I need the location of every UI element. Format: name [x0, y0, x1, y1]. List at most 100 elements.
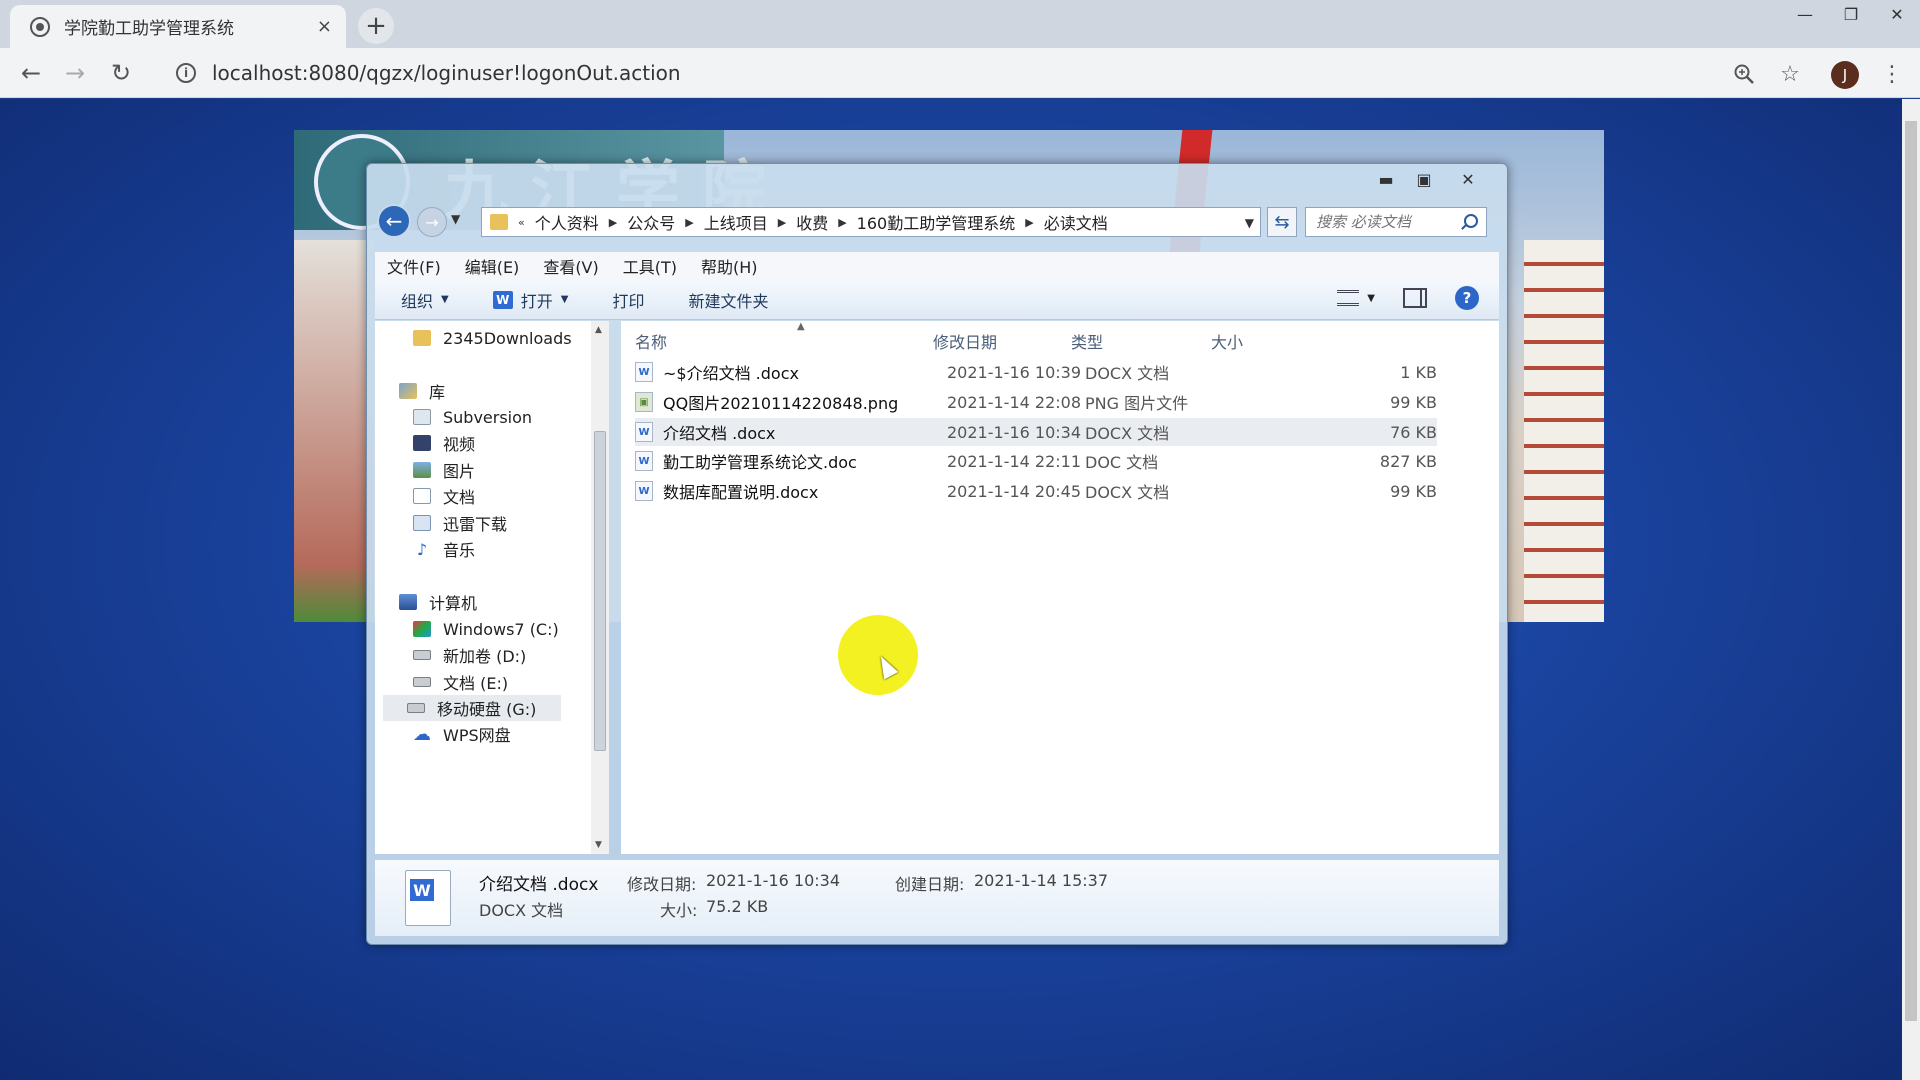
nav-item-videos[interactable]: 视频 — [413, 430, 475, 456]
organize-label: 组织 — [401, 291, 434, 311]
nav-item-label: 新加卷 (D:) — [443, 647, 527, 666]
file-row[interactable]: W 数据库配置说明.docx 2021-1-14 20:45 DOCX 文档 9… — [635, 477, 1437, 505]
new-tab-button[interactable]: + — [358, 8, 394, 44]
menu-view[interactable]: 查看(V) — [543, 254, 598, 278]
refresh-icon[interactable]: ⇆ — [1267, 207, 1297, 237]
file-modified: 2021-1-14 22:11 — [947, 451, 1081, 471]
word-document-icon: W — [635, 481, 653, 501]
print-button[interactable]: 打印 — [612, 288, 644, 312]
new-folder-button[interactable]: 新建文件夹 — [688, 288, 768, 312]
search-icon[interactable] — [1464, 214, 1478, 228]
file-row[interactable]: W 勤工助学管理系统论文.doc 2021-1-14 22:11 DOC 文档 … — [635, 447, 1437, 475]
nav-item-pictures[interactable]: 图片 — [413, 457, 475, 483]
breadcrumb-item[interactable]: 收费 — [796, 210, 828, 234]
breadcrumb-chevron-icon[interactable]: ▶ — [778, 216, 786, 229]
file-list-pane: 名称 ▲ 修改日期 类型 大小 W ~$介绍文档 .docx 2021-1-16… — [621, 321, 1499, 854]
breadcrumb-item-current[interactable]: 必读文档 — [1044, 210, 1108, 234]
nav-item-drive-d[interactable]: 新加卷 (D:) — [413, 642, 526, 668]
preview-pane-icon[interactable] — [1403, 288, 1427, 308]
profile-avatar[interactable]: J — [1831, 61, 1859, 89]
view-options-icon[interactable] — [1337, 290, 1360, 306]
page-scrollbar-thumb[interactable] — [1905, 121, 1917, 1021]
menu-help[interactable]: 帮助(H) — [701, 254, 758, 278]
nav-item-computer[interactable]: 计算机 — [399, 589, 477, 615]
column-header-size[interactable]: 大小 — [1211, 329, 1243, 353]
organize-button[interactable]: 组织 ▼ — [401, 288, 449, 312]
nav-item-music[interactable]: ♪ 音乐 — [413, 536, 475, 562]
file-row-selected[interactable]: W 介绍文档 .docx 2021-1-16 10:34 DOCX 文档 76 … — [635, 418, 1437, 446]
close-window-button[interactable]: ✕ — [1874, 0, 1920, 28]
nav-item-thunder-downloads[interactable]: 迅雷下载 — [413, 510, 507, 536]
nav-item-label: 计算机 — [429, 594, 478, 613]
folder-icon — [413, 330, 431, 346]
breadcrumb-chevron-icon[interactable]: ▶ — [609, 216, 617, 229]
explorer-search-input[interactable] — [1316, 213, 1450, 231]
breadcrumb-chevron-icon[interactable]: ▶ — [1025, 216, 1033, 229]
column-header-modified[interactable]: 修改日期 — [933, 329, 997, 353]
nav-item-label: 库 — [429, 383, 446, 402]
nav-item-drive-e[interactable]: 文档 (E:) — [413, 669, 508, 695]
minimize-window-button[interactable]: — — [1782, 0, 1828, 28]
nav-item-label: 图片 — [443, 462, 476, 481]
details-modified-label: 修改日期: — [627, 875, 697, 894]
kebab-menu-icon[interactable]: ⋮ — [1876, 58, 1908, 90]
page-scrollbar[interactable] — [1902, 99, 1920, 1080]
browser-tabstrip: 学院勤工助学管理系统 × + — ❐ ✕ — [0, 0, 1920, 48]
forward-button[interactable]: → — [60, 58, 90, 88]
reload-button[interactable]: ↻ — [106, 58, 136, 88]
chevron-down-icon[interactable]: ▼ — [1367, 293, 1375, 304]
explorer-search-box[interactable] — [1305, 207, 1487, 237]
browser-tab[interactable]: 学院勤工助学管理系统 × — [10, 5, 346, 48]
menu-tools[interactable]: 工具(T) — [623, 254, 677, 278]
open-button[interactable]: W 打开 ▼ — [492, 288, 568, 312]
column-header-type[interactable]: 类型 — [1071, 329, 1103, 353]
zoom-icon[interactable] — [1728, 58, 1760, 90]
breadcrumb-overflow[interactable]: « — [518, 216, 525, 229]
breadcrumb-item[interactable]: 个人资料 — [535, 210, 599, 234]
explorer-path-bar[interactable]: « 个人资料 ▶ 公众号 ▶ 上线项目 ▶ 收费 ▶ 160勤工助学管理系统 ▶… — [481, 207, 1261, 237]
file-modified: 2021-1-16 10:39 — [947, 362, 1081, 382]
restore-window-button[interactable]: ❐ — [1828, 0, 1874, 28]
window-controls: — ❐ ✕ — [1782, 0, 1920, 28]
bookmark-star-icon[interactable]: ☆ — [1774, 58, 1806, 90]
file-row[interactable]: W ~$介绍文档 .docx 2021-1-16 10:39 DOCX 文档 1… — [635, 358, 1437, 386]
nav-item-drive-g[interactable]: 移动硬盘 (G:) — [383, 695, 561, 721]
info-icon[interactable]: i — [176, 63, 196, 83]
path-history-dropdown[interactable]: ▼ — [1245, 216, 1254, 230]
word-document-large-icon — [405, 870, 451, 926]
nav-item-subversion[interactable]: Subversion — [413, 404, 532, 430]
navigation-scroll-thumb[interactable] — [594, 431, 606, 751]
breadcrumb-item[interactable]: 公众号 — [627, 210, 675, 234]
help-icon[interactable]: ? — [1455, 286, 1479, 310]
nav-item-label: 2345Downloads — [443, 328, 572, 348]
explorer-close-button[interactable]: ✕ — [1443, 167, 1493, 191]
breadcrumb-item[interactable]: 160勤工助学管理系统 — [857, 210, 1016, 234]
explorer-forward-button[interactable]: → — [417, 207, 447, 237]
address-bar[interactable]: i localhost:8080/qgzx/loginuser!logonOut… — [160, 54, 1720, 92]
navigation-pane-scrollbar[interactable]: ▲ ▼ — [591, 321, 609, 854]
cursor-highlight — [838, 615, 918, 695]
breadcrumb-chevron-icon[interactable]: ▶ — [685, 216, 693, 229]
explorer-back-button[interactable]: ← — [377, 204, 411, 238]
scroll-down-arrow-icon[interactable]: ▼ — [595, 840, 602, 850]
nav-item-2345downloads[interactable]: 2345Downloads — [413, 325, 572, 351]
file-row[interactable]: ▣ QQ图片20210114220848.png 2021-1-14 22:08… — [635, 388, 1437, 416]
explorer-maximize-button[interactable]: ▣ — [1405, 167, 1443, 191]
tab-close-icon[interactable]: × — [317, 16, 332, 37]
nav-item-libraries[interactable]: 库 — [399, 378, 445, 404]
column-header-name[interactable]: 名称 — [635, 329, 667, 353]
menu-file[interactable]: 文件(F) — [387, 254, 441, 278]
file-size: 1 KB — [1400, 362, 1437, 382]
breadcrumb-chevron-icon[interactable]: ▶ — [838, 216, 846, 229]
nav-item-documents[interactable]: 文档 — [413, 483, 475, 509]
recent-locations-dropdown[interactable]: ▼ — [451, 212, 460, 226]
word-document-icon: W — [635, 422, 653, 442]
scroll-up-arrow-icon[interactable]: ▲ — [595, 325, 602, 335]
menu-edit[interactable]: 编辑(E) — [465, 254, 520, 278]
sort-caret-icon: ▲ — [797, 321, 805, 332]
breadcrumb-item[interactable]: 上线项目 — [704, 210, 768, 234]
back-button[interactable]: ← — [16, 58, 46, 88]
explorer-minimize-button[interactable]: ▬ — [1367, 167, 1405, 191]
nav-item-drive-c[interactable]: Windows7 (C:) — [413, 616, 559, 642]
nav-item-wps-cloud[interactable]: ☁ WPS网盘 — [413, 721, 511, 747]
